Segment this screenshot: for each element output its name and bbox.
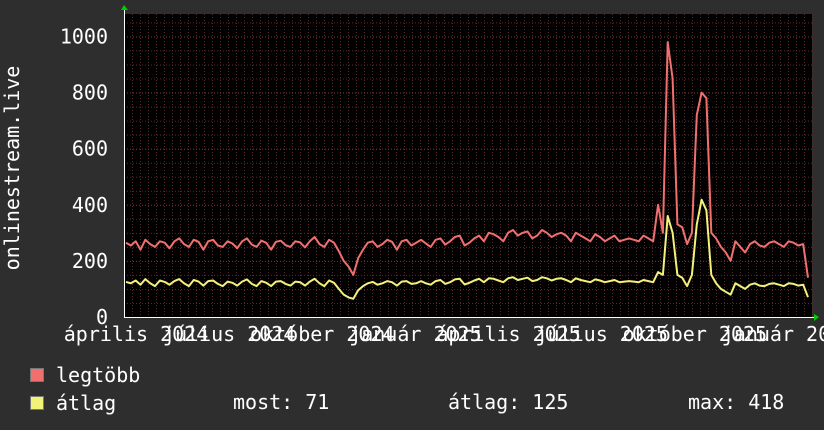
y-tick-label: 800 xyxy=(72,81,108,105)
stat-max: max: 418 xyxy=(688,390,785,414)
x-axis-arrow xyxy=(814,314,819,321)
legend-item-max: legtöbb xyxy=(30,363,141,387)
legend-label-avg: átlag xyxy=(56,391,117,415)
legend-item-avg: átlag xyxy=(30,391,117,415)
y-axis-arrow xyxy=(121,5,128,10)
y-tick-label: 400 xyxy=(72,193,108,217)
stat-now: most: 71 xyxy=(233,390,330,414)
legend-swatch-max xyxy=(30,368,44,382)
y-tick-label: 600 xyxy=(72,137,108,161)
chart: 02004006008001000onlinestream.liveáprili… xyxy=(0,5,824,346)
y-tick-label: 200 xyxy=(72,249,108,273)
y-tick-label: 1000 xyxy=(60,24,108,48)
legend-label-max: legtöbb xyxy=(56,363,141,387)
legend-swatch-avg xyxy=(30,396,44,410)
stat-average: átlag: 125 xyxy=(448,390,569,414)
x-tick-label: január 2026 xyxy=(722,322,824,346)
y-axis-label: onlinestream.live xyxy=(0,66,24,271)
